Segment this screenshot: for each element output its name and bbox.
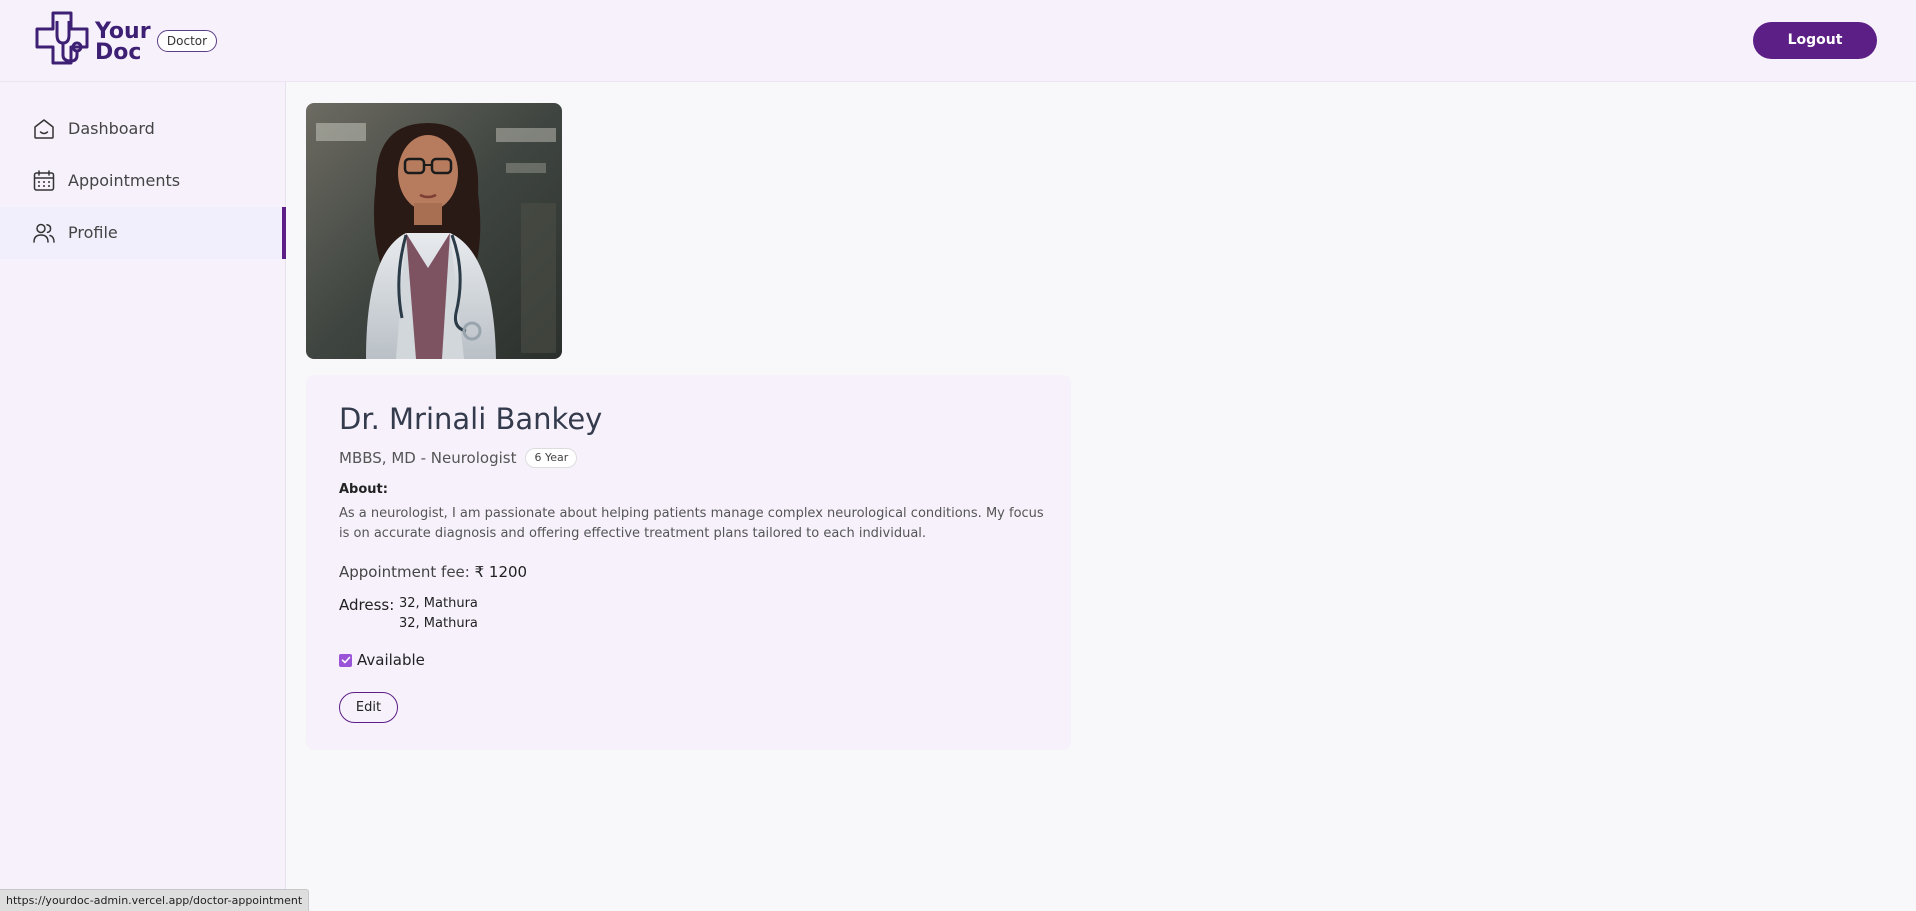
appointment-fee: Appointment fee: ₹ 1200 [339,563,527,581]
sidebar-item-profile[interactable]: Profile [0,207,286,259]
available-label: Available [357,651,425,669]
people-icon [33,223,55,243]
edit-button[interactable]: Edit [339,692,398,723]
check-icon [341,656,350,664]
address-label: Adress: [339,596,395,614]
sidebar-item-appointments[interactable]: Appointments [0,155,286,207]
experience-badge: 6 Year [525,448,578,468]
app-logo[interactable]: Your Doc [35,11,160,71]
logout-button[interactable]: Logout [1753,22,1877,59]
address-line-1: 32, Mathura [399,596,478,611]
available-checkbox[interactable] [339,653,352,667]
about-text: As a neurologist, I am passionate about … [339,506,1044,541]
logo-line-2: Doc [95,40,142,65]
logo-text: Your Doc [95,19,151,65]
medical-cross-stethoscope-icon [35,11,89,65]
doctor-photo [306,103,562,359]
doctor-degree: MBBS, MD - Neurologist [339,449,517,467]
sidebar: Dashboard Appointments Profile [0,82,286,911]
availability-row: Available [339,651,425,669]
address-block: 32, Mathura 32, Mathura [399,594,478,634]
doctor-name: Dr. Mrinali Bankey [339,402,603,436]
profile-card: Dr. Mrinali Bankey MBBS, MD - Neurologis… [306,375,1071,750]
about-label: About: [339,482,388,497]
fee-value: ₹ 1200 [474,563,528,581]
sidebar-item-dashboard[interactable]: Dashboard [0,103,286,155]
sidebar-item-label: Dashboard [68,119,155,138]
browser-status-url: https://yourdoc-admin.vercel.app/doctor-… [0,889,310,911]
calendar-icon [33,170,55,191]
degree-row: MBBS, MD - Neurologist 6 Year [339,447,578,469]
logo-line-1: Your [95,19,151,44]
home-icon [34,119,54,139]
sidebar-item-label: Profile [68,223,118,242]
doctor-portrait-image [306,103,562,359]
sidebar-item-label: Appointments [68,171,181,190]
address-line-2: 32, Mathura [399,616,478,631]
fee-label: Appointment fee: [339,563,470,581]
top-header: Your Doc Doctor Logout [0,0,1916,82]
role-badge: Doctor [157,30,217,52]
